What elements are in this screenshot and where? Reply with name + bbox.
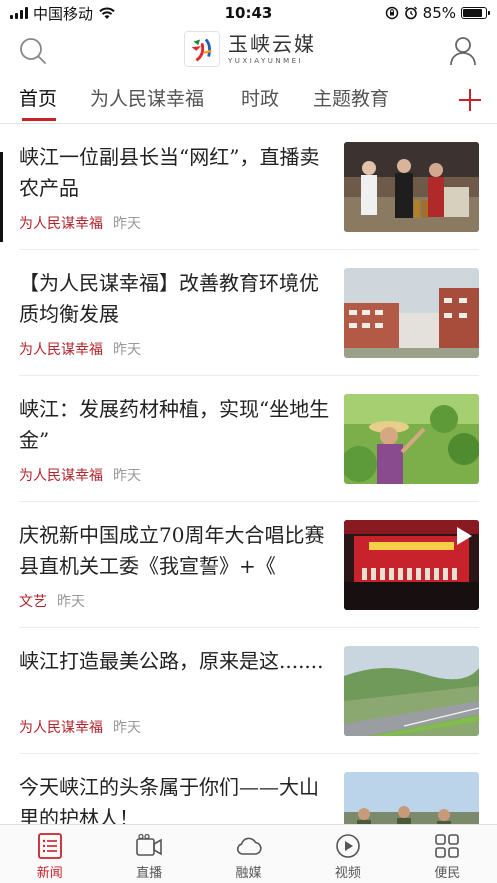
news-title: 峡江一位副县长当“网红”，直播卖农产品 xyxy=(19,145,320,200)
news-item[interactable]: 【为人民谋幸福】改善教育环境优质均衡发展 为人民谋幸福 昨天 xyxy=(0,250,497,376)
nav-label: 新闻 xyxy=(36,866,63,881)
nav-services[interactable]: 便民 xyxy=(398,825,497,883)
active-tab-indicator xyxy=(22,118,56,121)
news-title: 峡江：发展药材种植，实现“坐地生金” xyxy=(19,397,330,452)
cloud-icon xyxy=(236,837,262,855)
search-icon[interactable] xyxy=(18,36,48,66)
play-icon xyxy=(457,527,472,545)
news-category: 为人民谋幸福 xyxy=(19,216,103,232)
news-title: 今天峡江的头条属于你们——大山里的护林人！ xyxy=(19,775,319,824)
news-thumbnail xyxy=(344,268,479,358)
news-thumbnail xyxy=(344,646,479,736)
news-category: 为人民谋幸福 xyxy=(19,342,103,358)
tab-politics[interactable]: 时政 xyxy=(241,84,279,111)
tab-theme-education[interactable]: 主题教育 xyxy=(313,84,389,111)
add-channel-icon[interactable] xyxy=(458,88,482,112)
news-list: 峡江一位副县长当“网红”，直播卖农产品 为人民谋幸福 昨天 【为人民谋幸福】改善… xyxy=(0,124,497,824)
battery-icon xyxy=(461,7,490,19)
news-title: 峡江打造最美公路，原来是这....... xyxy=(19,649,324,673)
logo-subtitle: YUXIAYUNMEI xyxy=(228,57,304,65)
news-meta: 为人民谋幸福 昨天 xyxy=(19,213,141,233)
carrier-name: 中国移动 xyxy=(33,4,94,23)
tab-home[interactable]: 首页 xyxy=(19,84,57,111)
news-meta: 文艺 昨天 xyxy=(19,591,85,611)
news-list-icon xyxy=(37,833,62,859)
channel-tabs: 首页 为人民谋幸福 时政 主题教育 xyxy=(0,78,497,122)
news-thumbnail xyxy=(344,142,479,232)
news-time: 昨天 xyxy=(57,594,85,610)
news-item[interactable]: 庆祝新中国成立70周年大合唱比赛 县直机关工委《我宣誓》+《 文艺 昨天 xyxy=(0,502,497,628)
news-category: 为人民谋幸福 xyxy=(19,720,103,736)
app-logo: 玉峡云媒 YUXIAYUNMEI xyxy=(184,31,316,67)
status-bar: 中国移动 10:43 85% xyxy=(0,0,497,26)
news-item[interactable]: 峡江：发展药材种植，实现“坐地生金” 为人民谋幸福 昨天 xyxy=(0,376,497,502)
status-left: 中国移动 xyxy=(10,3,116,24)
nav-news[interactable]: 新闻 xyxy=(0,825,99,883)
nav-media[interactable]: 融媒 xyxy=(199,825,298,883)
news-time: 昨天 xyxy=(113,468,141,484)
rotation-lock-icon xyxy=(385,6,398,20)
status-time: 10:43 xyxy=(224,4,273,22)
grid-icon xyxy=(435,834,460,858)
news-category: 文艺 xyxy=(19,594,47,610)
scroll-edge-marker xyxy=(0,152,3,242)
play-circle-icon xyxy=(336,834,360,858)
alarm-icon xyxy=(404,6,417,20)
news-time: 昨天 xyxy=(113,342,141,358)
video-camera-icon xyxy=(136,833,162,856)
user-icon[interactable] xyxy=(449,36,477,66)
app-header: 玉峡云媒 YUXIAYUNMEI xyxy=(0,26,497,76)
nav-label: 融媒 xyxy=(235,866,262,881)
nav-label: 视频 xyxy=(334,866,361,881)
battery-level xyxy=(463,9,482,17)
news-title: 庆祝新中国成立70周年大合唱比赛 县直机关工委《我宣誓》+《 xyxy=(19,523,325,578)
status-right: 85% xyxy=(385,4,490,22)
nav-video[interactable]: 视频 xyxy=(298,825,397,883)
news-thumbnail xyxy=(344,772,479,824)
news-title: 【为人民谋幸福】改善教育环境优质均衡发展 xyxy=(19,271,319,326)
tab-for-people[interactable]: 为人民谋幸福 xyxy=(90,84,204,111)
bottom-nav: 新闻 直播 融媒 视频 便民 xyxy=(0,824,497,883)
news-item[interactable]: 峡江打造最美公路，原来是这....... 为人民谋幸福 昨天 xyxy=(0,628,497,754)
wifi-icon xyxy=(99,7,115,19)
news-meta: 为人民谋幸福 昨天 xyxy=(19,339,141,359)
news-time: 昨天 xyxy=(113,216,141,232)
news-item[interactable]: 峡江一位副县长当“网红”，直播卖农产品 为人民谋幸福 昨天 xyxy=(0,124,497,250)
news-category: 为人民谋幸福 xyxy=(19,468,103,484)
nav-label: 直播 xyxy=(136,866,163,881)
news-thumbnail[interactable] xyxy=(344,520,479,610)
news-item[interactable]: 今天峡江的头条属于你们——大山里的护林人！ xyxy=(0,754,497,824)
nav-live[interactable]: 直播 xyxy=(99,825,198,883)
battery-percent: 85% xyxy=(422,4,456,22)
news-meta: 为人民谋幸福 昨天 xyxy=(19,465,141,485)
logo-mark-icon xyxy=(184,31,220,67)
news-thumbnail xyxy=(344,394,479,484)
signal-icon xyxy=(10,7,28,19)
logo-title: 玉峡云媒 xyxy=(228,32,316,56)
news-meta: 为人民谋幸福 昨天 xyxy=(19,717,141,737)
news-time: 昨天 xyxy=(113,720,141,736)
nav-label: 便民 xyxy=(434,866,461,881)
